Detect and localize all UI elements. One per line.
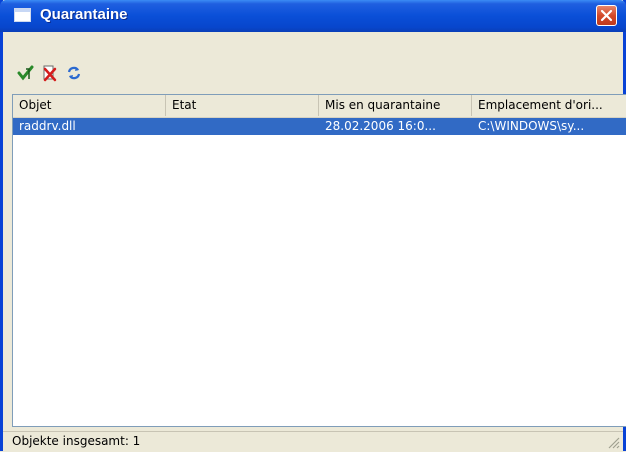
close-icon	[600, 9, 613, 22]
restore-icon	[17, 65, 34, 81]
column-emplacement[interactable]: Emplacement d'ori...	[472, 95, 626, 116]
resize-grip-icon[interactable]	[607, 436, 620, 449]
cell-emplacement: C:\WINDOWS\sy...	[478, 119, 585, 133]
cell-objet: raddrv.dll	[19, 119, 76, 133]
cell-date: 28.02.2006 16:0...	[325, 119, 436, 133]
quarantine-window: Quarantaine Objet Etat Mis en quarantain…	[0, 0, 626, 452]
column-objet[interactable]: Objet	[13, 95, 166, 116]
status-bar: Objekte insgesamt: 1	[3, 431, 623, 452]
cell-etat	[166, 118, 319, 135]
window-title: Quarantaine	[40, 6, 128, 23]
refresh-button[interactable]	[65, 64, 83, 82]
list-header: Objet Etat Mis en quarantaine Emplacemen…	[13, 95, 626, 118]
column-etat[interactable]: Etat	[166, 95, 319, 116]
delete-button[interactable]	[41, 64, 59, 82]
close-button[interactable]	[596, 5, 617, 26]
table-row[interactable]: raddrv.dll 28.02.2006 16:0... C:\WINDOWS…	[13, 118, 626, 135]
refresh-icon	[67, 66, 81, 80]
quarantine-list[interactable]: Objet Etat Mis en quarantaine Emplacemen…	[12, 94, 626, 427]
toolbar	[3, 32, 623, 88]
window-icon	[14, 8, 31, 22]
restore-button[interactable]	[17, 64, 35, 82]
status-text: Objekte insgesamt: 1	[12, 434, 141, 448]
column-mis-en-quarantaine[interactable]: Mis en quarantaine	[319, 95, 472, 116]
delete-icon	[43, 65, 57, 82]
title-bar[interactable]: Quarantaine	[0, 0, 626, 32]
